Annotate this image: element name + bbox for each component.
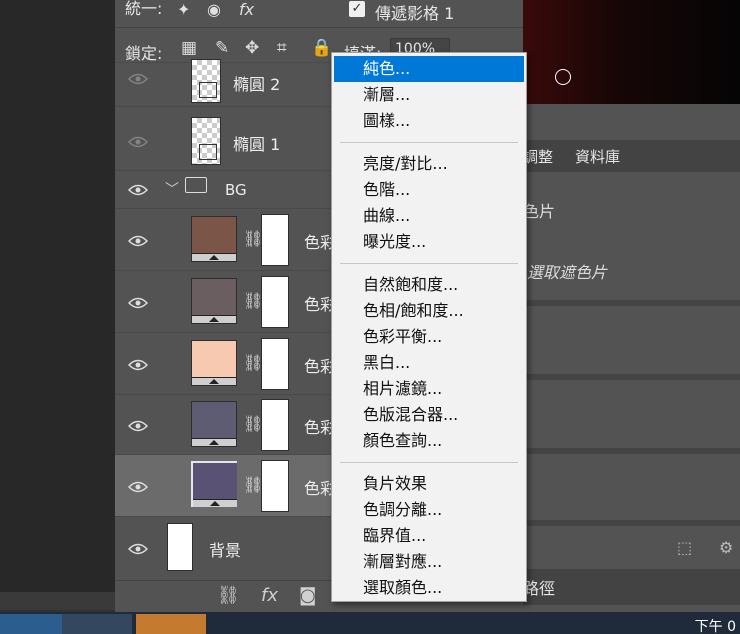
fill-thumbnail — [191, 216, 237, 262]
left-scrollbar[interactable] — [0, 592, 115, 610]
unify-visibility-icon[interactable]: ◉ — [207, 0, 221, 19]
menu-item-curves[interactable]: 曲線... — [334, 203, 524, 229]
right-panel-tabs: 調整 資料庫 — [523, 140, 740, 172]
menu-item-posterize[interactable]: 色調分離... — [334, 497, 524, 523]
tab-adjustments[interactable]: 調整 — [523, 146, 553, 167]
menu-item-gradient[interactable]: 漸層... — [334, 82, 524, 108]
add-mask-icon[interactable]: ◙ — [299, 585, 316, 606]
mask-thumbnail — [261, 460, 289, 512]
color-swatch — [192, 402, 236, 438]
menu-item-solid-color[interactable]: 純色... — [334, 56, 524, 82]
visibility-eye-icon[interactable] — [128, 135, 148, 149]
windows-taskbar: 下午 0 — [0, 612, 740, 634]
menu-item-threshold[interactable]: 臨界值... — [334, 523, 524, 549]
visibility-eye-icon[interactable] — [128, 72, 148, 86]
left-panel-strip — [0, 0, 115, 610]
new-fill-adjustment-menu: 純色... 漸層... 圖樣... 亮度/對比... 色階... 曲線... 曝… — [331, 52, 527, 602]
propagate-checkbox[interactable]: ✓ — [349, 1, 365, 17]
propagate-label: 傳遞影格 1 — [375, 4, 455, 23]
shape-thumbnail — [191, 117, 221, 165]
menu-item-selective-color[interactable]: 選取顏色... — [334, 575, 524, 601]
fx-icon[interactable]: fx — [261, 585, 278, 606]
fill-thumbnail — [191, 340, 237, 386]
link-layers-icon[interactable]: ⛓ — [217, 585, 240, 606]
menu-item-color-balance[interactable]: 色彩平衡... — [334, 324, 524, 350]
properties-panel: 調整 資料庫 色片 選取遮色片 ⬚ ⚙ — [523, 104, 740, 612]
folder-icon — [185, 177, 207, 193]
menu-item-color-lookup[interactable]: 顏色查詢... — [334, 428, 524, 454]
visibility-eye-icon[interactable] — [128, 234, 148, 248]
gear-icon[interactable]: ⚙ — [719, 538, 733, 557]
mask-thumbnail — [261, 276, 289, 328]
layer-name: 橢圓 1 — [233, 135, 281, 154]
tab-paths[interactable]: 路徑 — [523, 575, 555, 599]
background-thumbnail — [167, 523, 193, 571]
paths-tab-bar: 路徑 — [523, 569, 740, 605]
color-swatch — [192, 217, 236, 253]
color-swatch — [193, 463, 237, 499]
select-mask-label[interactable]: 選取遮色片 — [527, 259, 607, 283]
color-swatch — [192, 279, 236, 315]
visibility-eye-icon[interactable] — [128, 480, 148, 494]
photoshop-task-icon[interactable] — [62, 614, 132, 634]
document-canvas[interactable] — [523, 0, 740, 104]
menu-item-vibrance[interactable]: 自然飽和度... — [334, 272, 524, 298]
menu-item-black-white[interactable]: 黑白... — [334, 350, 524, 376]
group-name: BG — [225, 181, 247, 199]
menu-item-gradient-map[interactable]: 漸層對應... — [334, 549, 524, 575]
fill-thumbnail — [191, 461, 237, 507]
fill-thumbnail — [191, 278, 237, 324]
menu-item-brightness-contrast[interactable]: 亮度/對比... — [334, 151, 524, 177]
lock-paint-icon[interactable]: ✎ — [215, 38, 229, 58]
lock-label: 鎖定: — [125, 44, 163, 63]
shape-thumbnail — [191, 59, 221, 103]
layer-name: 橢圓 2 — [233, 75, 281, 94]
mask-thumbnail — [261, 399, 289, 451]
visibility-eye-icon[interactable] — [128, 419, 148, 433]
mask-thumbnail — [261, 338, 289, 390]
photoshop-window: 統一: ✦ ◉ fx ✓ 傳遞影格 1 鎖定: ▦ ✎ ✥ ⌗ 🔒 填滿: 10… — [0, 0, 740, 634]
layer-name: 背景 — [209, 541, 242, 560]
lock-all-icon[interactable]: 🔒 — [311, 38, 332, 58]
visibility-eye-icon[interactable] — [128, 183, 148, 197]
lock-artboard-icon[interactable]: ⌗ — [277, 38, 287, 58]
lock-move-icon[interactable]: ✥ — [245, 38, 259, 58]
ellipse-shape-icon — [199, 82, 217, 98]
mask-thumbnail — [261, 214, 289, 266]
fill-thumbnail — [191, 401, 237, 447]
start-icon[interactable] — [0, 614, 70, 634]
unify-options-row: 統一: ✦ ◉ fx ✓ 傳遞影格 1 — [115, 0, 523, 28]
unify-style-icon[interactable]: fx — [239, 0, 254, 19]
unify-position-icon[interactable]: ✦ — [177, 0, 190, 19]
marquee-icon[interactable]: ⬚ — [677, 538, 692, 557]
menu-item-exposure[interactable]: 曝光度... — [334, 229, 524, 255]
menu-item-photo-filter[interactable]: 相片濾鏡... — [334, 376, 524, 402]
unify-label: 統一: — [125, 0, 163, 18]
color-swatch — [192, 341, 236, 377]
brush-cursor-icon — [555, 69, 571, 85]
visibility-eye-icon[interactable] — [128, 358, 148, 372]
menu-item-pattern[interactable]: 圖樣... — [334, 108, 524, 134]
menu-item-channel-mixer[interactable]: 色版混合器... — [334, 402, 524, 428]
lock-transparent-icon[interactable]: ▦ — [181, 38, 197, 58]
line-app-icon[interactable] — [136, 614, 206, 634]
menu-item-hue-saturation[interactable]: 色相/飽和度... — [334, 298, 524, 324]
ellipse-shape-icon — [199, 144, 217, 160]
menu-item-levels[interactable]: 色階... — [334, 177, 524, 203]
visibility-eye-icon[interactable] — [128, 542, 148, 556]
tab-libraries[interactable]: 資料庫 — [575, 146, 620, 167]
visibility-eye-icon[interactable] — [128, 296, 148, 310]
chevron-down-icon[interactable]: ﹀ — [165, 179, 179, 199]
color-fill-label: 色片 — [523, 202, 556, 221]
menu-item-invert[interactable]: 負片效果 — [334, 471, 524, 497]
clock-time[interactable]: 下午 0 — [695, 616, 736, 634]
